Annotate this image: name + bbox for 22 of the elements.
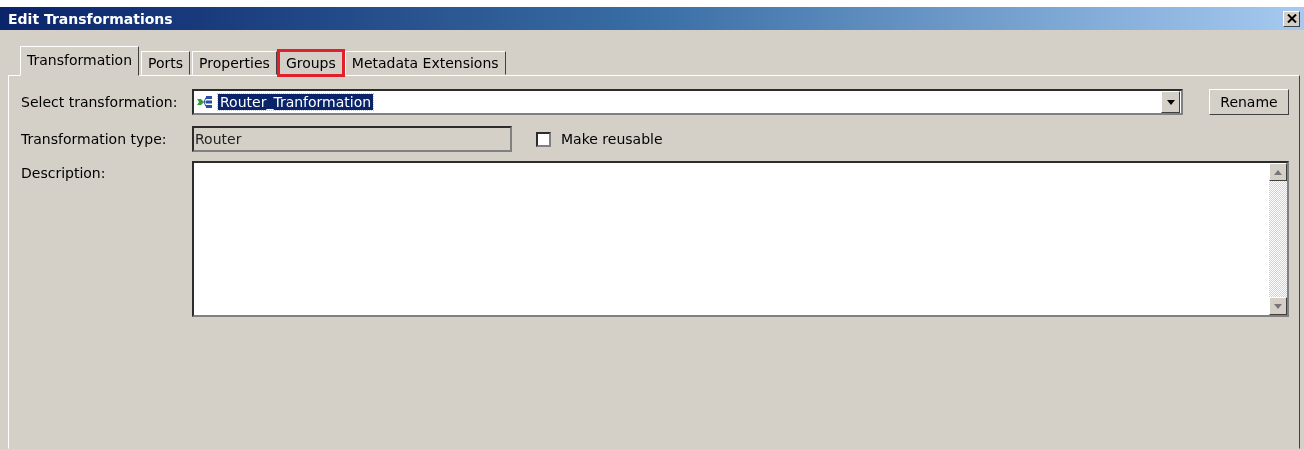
close-icon [1286,14,1297,23]
description-field[interactable] [192,161,1289,317]
close-button[interactable] [1283,10,1300,27]
tab[interactable]: Groups [278,51,343,75]
type-field: Router [192,126,512,152]
tab[interactable]: Transformation [20,46,140,76]
tab[interactable]: Metadata Extensions [344,51,506,75]
scrollbar[interactable] [1269,163,1287,315]
scroll-down-icon[interactable] [1269,297,1287,315]
tab[interactable]: Ports [141,51,191,75]
checkbox-label: Make reusable [561,131,663,147]
field-label: Transformation type: [21,131,168,147]
field-label: Description: [21,164,107,181]
rename-button[interactable]: Rename [1209,89,1289,115]
field-label: Select transformation: [21,94,179,110]
transformation-dropdown[interactable]: Router_Tranformation [192,89,1183,115]
window-title: Edit Transformations [8,10,173,27]
dropdown-value: Router_Tranformation [218,94,374,110]
tab[interactable]: Properties [192,51,277,75]
router-icon [196,95,214,109]
scroll-up-icon[interactable] [1269,163,1287,181]
checkbox[interactable] [536,131,551,147]
